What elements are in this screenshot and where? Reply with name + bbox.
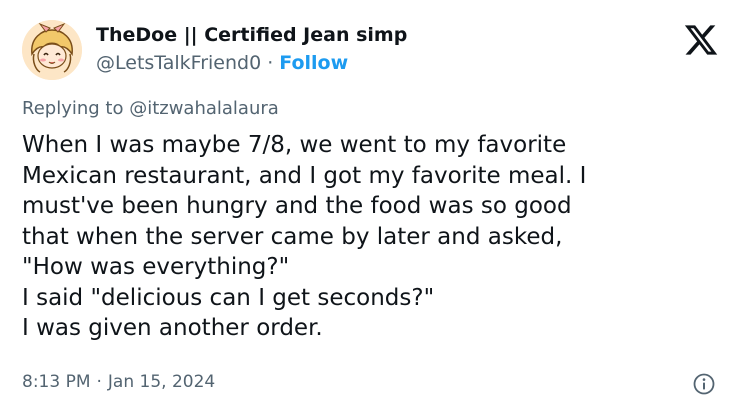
author-handle-row: @LetsTalkFriend0 · Follow [96, 52, 348, 74]
x-logo-icon-svg [684, 25, 718, 55]
tweet-date: Jan 15, 2024 [107, 372, 216, 392]
tweet-timestamp[interactable]: 8:13 PM · Jan 15, 2024 [22, 372, 215, 392]
replying-to-line: Replying to @itzwahalalaura [22, 98, 279, 119]
tweet-card: TheDoe || Certified Jean simp @LetsTalkF… [0, 0, 740, 400]
avatar[interactable] [22, 20, 82, 80]
x-logo-icon[interactable] [683, 22, 719, 58]
timestamp-separator: · [96, 372, 102, 392]
replying-to-label: Replying to [22, 98, 130, 119]
avatar-image [22, 20, 82, 80]
separator-dot: · [267, 52, 274, 74]
follow-button[interactable]: Follow [279, 52, 348, 74]
info-icon[interactable] [692, 372, 716, 396]
author-display-name[interactable]: TheDoe || Certified Jean simp [96, 24, 407, 46]
replying-to-mention[interactable]: @itzwahalalaura [129, 98, 279, 119]
tweet-text: When I was maybe 7/8, we went to my favo… [22, 132, 587, 341]
info-icon-svg [693, 373, 715, 395]
tweet-time: 8:13 PM [22, 372, 91, 392]
author-handle[interactable]: @LetsTalkFriend0 [96, 52, 261, 74]
